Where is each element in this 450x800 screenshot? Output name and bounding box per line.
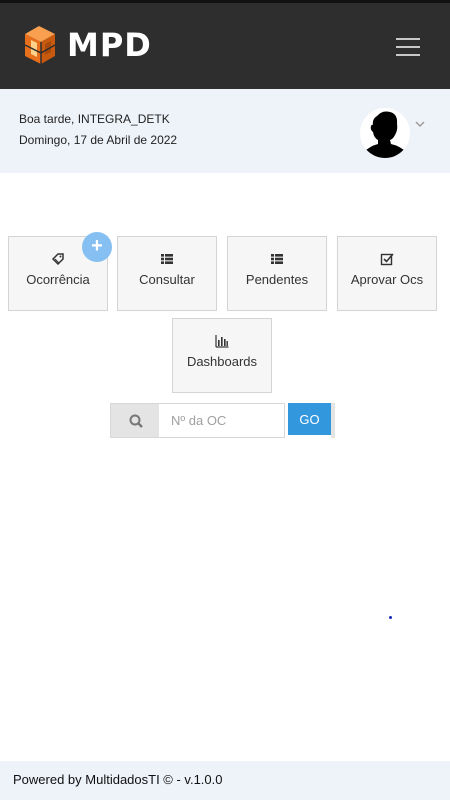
chevron-down-icon[interactable] (414, 119, 426, 129)
consultar-label: Consultar (139, 272, 195, 287)
search-icon (129, 414, 143, 428)
aprovar-ocs-button[interactable]: Aprovar Ocs (337, 236, 437, 311)
footer: Powered by MultidadosTI © - v.1.0.0 (0, 761, 450, 800)
footer-text: Powered by MultidadosTI © - v.1.0.0 (13, 772, 223, 787)
aprovar-ocs-label: Aprovar Ocs (350, 272, 424, 287)
pendentes-label: Pendentes (245, 272, 309, 287)
dashboards-button[interactable]: Dashboards (172, 318, 272, 393)
oc-search-form: GO (110, 403, 335, 438)
consultar-button[interactable]: Consultar (117, 236, 217, 311)
user-silhouette-icon (364, 111, 406, 158)
tag-icon (51, 253, 64, 266)
greeting-salutation: Boa tarde, INTEGRA_DETK (19, 112, 170, 126)
oc-number-input[interactable] (159, 403, 285, 438)
search-addon (110, 403, 160, 438)
ocorrencia-label: Ocorrência (26, 272, 90, 287)
add-ocorrencia-button[interactable]: + (82, 232, 112, 262)
logo[interactable]: MPD (17, 22, 152, 68)
top-bar: MPD (0, 0, 450, 89)
pendentes-button[interactable]: Pendentes (227, 236, 327, 311)
hamburger-icon[interactable] (396, 38, 420, 58)
avatar[interactable] (360, 108, 410, 158)
stray-dot (389, 616, 392, 619)
list-icon (271, 254, 283, 264)
list-icon (161, 254, 173, 264)
bar-chart-icon (215, 335, 229, 348)
greeting-date: Domingo, 17 de Abril de 2022 (19, 133, 178, 147)
check-square-icon (380, 253, 394, 266)
logo-cube-icon (24, 26, 56, 64)
search-edge (331, 403, 335, 438)
dashboards-label: Dashboards (186, 354, 258, 369)
go-button[interactable]: GO (288, 403, 331, 435)
logo-text: MPD (67, 26, 152, 64)
